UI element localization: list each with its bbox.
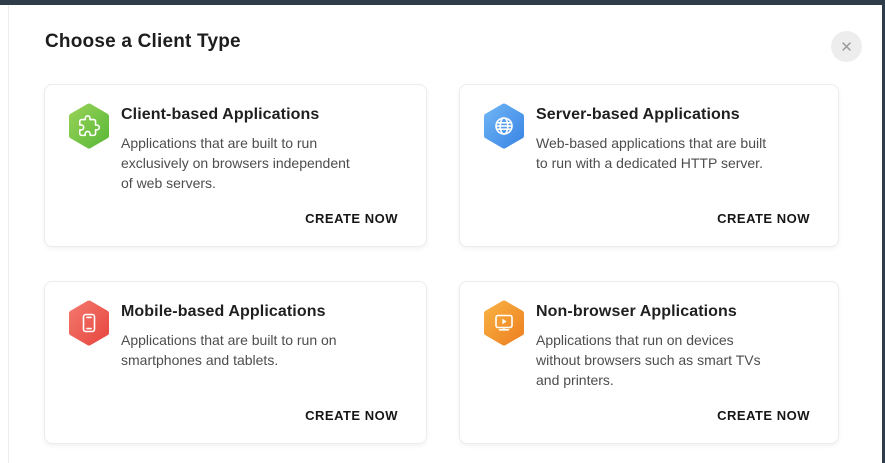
card-description: Applications that are built to run on sm… bbox=[121, 330, 359, 370]
card-description: Applications that are built to run exclu… bbox=[121, 133, 359, 193]
close-button[interactable]: ✕ bbox=[831, 31, 862, 62]
card-title: Non-browser Applications bbox=[536, 303, 774, 321]
choose-client-type-modal: Choose a Client Type ✕ bbox=[8, 5, 882, 463]
card-title: Client-based Applications bbox=[121, 106, 359, 124]
card-text: Server-based Applications Web-based appl… bbox=[536, 103, 774, 173]
card-client-based-applications[interactable]: Client-based Applications Applications t… bbox=[44, 84, 427, 247]
card-text: Mobile-based Applications Applications t… bbox=[121, 300, 359, 370]
card-body: Non-browser Applications Applications th… bbox=[483, 300, 810, 390]
card-body: Server-based Applications Web-based appl… bbox=[483, 103, 810, 173]
card-text: Non-browser Applications Applications th… bbox=[536, 300, 774, 390]
create-now-link-client-based[interactable]: CREATE NOW bbox=[305, 211, 398, 226]
smartphone-icon bbox=[68, 300, 110, 346]
card-description: Web-based applications that are built to… bbox=[536, 133, 774, 173]
card-title: Server-based Applications bbox=[536, 106, 774, 124]
card-server-based-applications[interactable]: Server-based Applications Web-based appl… bbox=[459, 84, 839, 247]
client-type-cards: Client-based Applications Applications t… bbox=[44, 84, 839, 444]
monitor-play-icon bbox=[483, 300, 525, 346]
create-now-link-server-based[interactable]: CREATE NOW bbox=[717, 211, 810, 226]
puzzle-icon bbox=[68, 103, 110, 149]
create-now-link-mobile-based[interactable]: CREATE NOW bbox=[305, 408, 398, 423]
card-title: Mobile-based Applications bbox=[121, 303, 359, 321]
card-body: Client-based Applications Applications t… bbox=[68, 103, 398, 193]
card-non-browser-applications[interactable]: Non-browser Applications Applications th… bbox=[459, 281, 839, 444]
card-text: Client-based Applications Applications t… bbox=[121, 103, 359, 193]
card-body: Mobile-based Applications Applications t… bbox=[68, 300, 398, 370]
modal-title: Choose a Client Type bbox=[45, 31, 241, 53]
close-icon: ✕ bbox=[840, 38, 853, 56]
card-mobile-based-applications[interactable]: Mobile-based Applications Applications t… bbox=[44, 281, 427, 444]
globe-icon bbox=[483, 103, 525, 149]
create-now-link-non-browser[interactable]: CREATE NOW bbox=[717, 408, 810, 423]
card-description: Applications that run on devices without… bbox=[536, 330, 774, 390]
